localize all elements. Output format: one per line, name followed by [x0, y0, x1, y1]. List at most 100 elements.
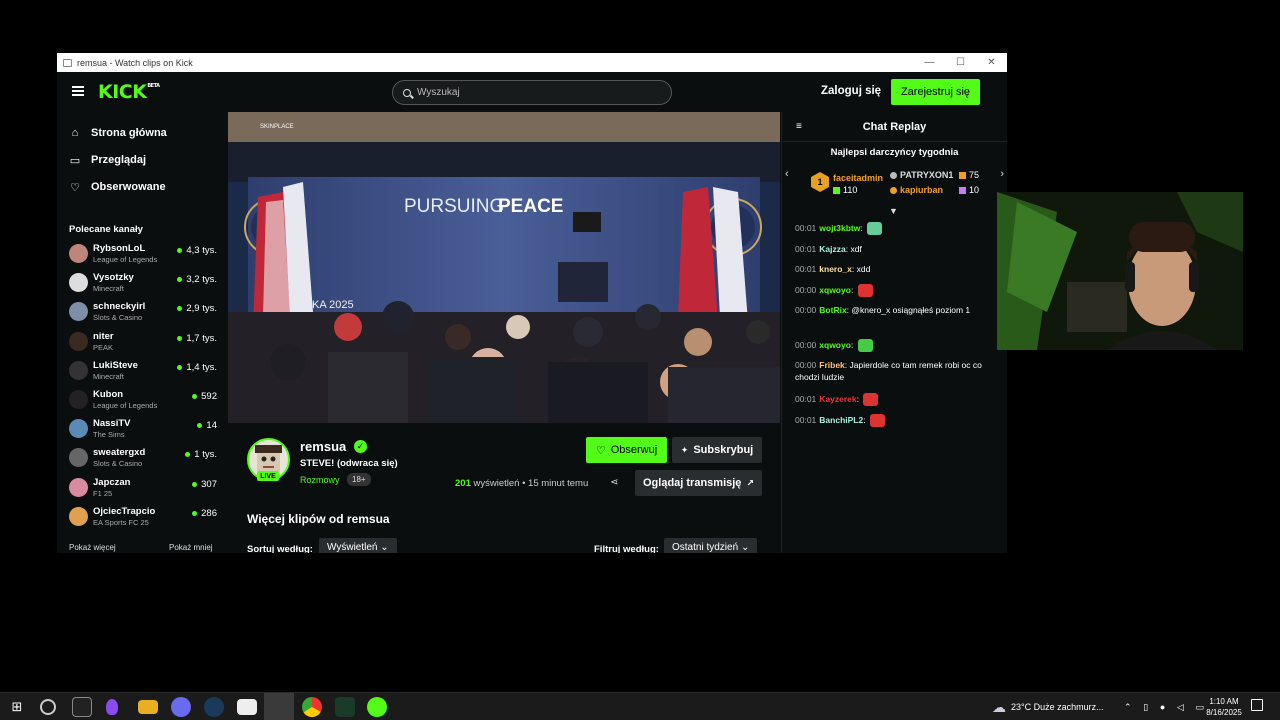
message-user[interactable]: BotRix	[819, 305, 846, 315]
live-badge: LIVE	[257, 471, 279, 481]
nav-browse[interactable]: ▭ Przeglądaj	[69, 154, 146, 167]
sparkle-icon: ✦	[680, 444, 689, 455]
chat-message: 00:00 xqwoyo:	[795, 284, 995, 298]
message-user[interactable]: wojt3kbtw	[819, 223, 860, 233]
message-time: 00:01	[795, 244, 817, 254]
gifter-name[interactable]: faceitadmin	[833, 173, 883, 183]
terminal-icon[interactable]	[72, 697, 92, 717]
browse-icon: ▭	[69, 154, 81, 167]
menu-icon[interactable]	[72, 86, 84, 96]
microphone-icon[interactable]: ●	[1160, 702, 1165, 712]
kick-app-icon[interactable]	[367, 697, 387, 717]
gifter-count: 10	[959, 185, 979, 195]
sidebar-channel[interactable]: LukiSteve Minecraft 1,4 tys.	[69, 358, 217, 384]
message-user[interactable]: BanchiPL2	[819, 415, 863, 425]
clock[interactable]: 1:10 AM 8/16/2025	[1203, 696, 1245, 718]
obs-icon[interactable]	[264, 693, 294, 720]
nav-following[interactable]: ♡ Obserwowane	[69, 181, 166, 194]
channel-category: PEAK	[93, 342, 114, 352]
collapse-chat-icon[interactable]: ≡	[796, 121, 802, 132]
clip-time: 15 minut temu	[528, 478, 589, 489]
show-less-button[interactable]: Pokaż mniej	[169, 543, 213, 552]
login-button[interactable]: Zaloguj się	[821, 85, 881, 97]
viewer-count: 592	[192, 391, 217, 402]
channel-avatar	[69, 448, 88, 468]
start-button[interactable]: ⊞	[7, 697, 27, 717]
filter-select[interactable]: Ostatni tydzień ⌄	[664, 538, 758, 553]
notification-icon[interactable]	[1251, 699, 1263, 711]
share-icon[interactable]: ⋖	[610, 477, 618, 488]
sidebar-channel[interactable]: sweatergxd Slots & Casino 1 tys.	[69, 445, 217, 471]
sidebar-channel[interactable]: OjciecTrapcio EA Sports FC 25 286	[69, 504, 217, 530]
channel-name: sweatergxd	[93, 447, 146, 459]
channel-category: Slots & Casino	[93, 313, 143, 323]
viewer-count: 307	[192, 479, 217, 490]
more-clips-heading: Więcej klipów od remsua	[247, 512, 390, 526]
discord-icon[interactable]	[171, 697, 191, 717]
close-button[interactable]: ✕	[976, 53, 1007, 72]
message-time: 00:01	[795, 264, 817, 274]
app-icon[interactable]	[335, 697, 355, 717]
channel-avatar	[69, 477, 88, 497]
chevron-up-icon[interactable]: ⌃	[1124, 702, 1132, 713]
battery-icon[interactable]: ▯	[1143, 702, 1148, 713]
sidebar-channel[interactable]: Vysotzky Minecraft 3,2 tys.	[69, 270, 217, 296]
search-bar[interactable]	[392, 80, 672, 105]
rank-badge: 1	[811, 172, 829, 192]
maximize-button[interactable]: ☐	[945, 53, 976, 72]
system-tray: ⌃ ▯ ● ◁ ▭	[1124, 693, 1204, 720]
chat-message: 00:01 BanchiPL2:	[795, 414, 995, 428]
chevron-left-icon[interactable]: ‹	[785, 168, 789, 180]
streamer-name[interactable]: remsua	[300, 439, 346, 454]
subscribe-button[interactable]: ✦ Subskrybuj	[672, 437, 762, 463]
gifter-name[interactable]: kapiurban	[890, 185, 943, 195]
message-user[interactable]: Kajzza	[819, 244, 845, 254]
webcam-frame	[997, 192, 1243, 350]
kick-logo[interactable]: KICK BETA	[98, 81, 160, 103]
viewer-count: 1,7 tys.	[177, 333, 217, 344]
show-more-button[interactable]: Pokaż więcej	[69, 543, 116, 552]
app-icon[interactable]	[40, 699, 56, 715]
views-label: wyświetleń	[473, 478, 520, 489]
clip-title: STEVE! (odwraca się)	[300, 458, 398, 469]
sidebar-channel[interactable]: NassiTV The Sims 14	[69, 416, 217, 442]
channel-category: F1 25	[93, 488, 113, 498]
message-user[interactable]: xqwoyo	[819, 340, 851, 350]
gifter-count: 75	[959, 170, 979, 180]
sort-select[interactable]: Wyświetleń ⌄	[319, 538, 397, 553]
weather-widget[interactable]: ☁ 23°C Duże zachmurz...	[992, 693, 1104, 720]
scroll-down-icon[interactable]: ▼	[889, 206, 898, 216]
channel-avatar	[69, 360, 88, 380]
app-icon[interactable]	[106, 699, 118, 715]
viewer-count: 1,4 tys.	[177, 362, 217, 373]
heart-icon: ♡	[70, 181, 80, 194]
video-player[interactable]: PURSUING PEACE KA 2025 SKINPLACE	[228, 112, 780, 423]
steam-icon[interactable]	[204, 697, 224, 717]
message-user[interactable]: Kayzerek	[819, 394, 856, 404]
sidebar-channel[interactable]: niter PEAK 1,7 tys.	[69, 329, 217, 355]
sidebar-channel[interactable]: RybsonLoL League of Legends 4,3 tys.	[69, 241, 217, 267]
message-user[interactable]: xqwoyo	[819, 285, 851, 295]
chrome-icon[interactable]	[302, 697, 322, 717]
emote-icon	[857, 339, 873, 353]
chevron-right-icon[interactable]: ›	[1000, 168, 1004, 180]
watch-stream-button[interactable]: Oglądaj transmisję ↗	[635, 470, 762, 496]
search-input[interactable]	[417, 87, 637, 98]
category-link[interactable]: Rozmowy	[300, 475, 340, 485]
register-button[interactable]: Zarejestruj się	[891, 79, 980, 105]
nav-home[interactable]: ⌂ Strona główna	[69, 127, 167, 139]
minimize-button[interactable]: —	[914, 53, 945, 72]
emote-icon	[867, 222, 883, 236]
calendar-icon[interactable]	[237, 699, 257, 715]
sidebar-channel[interactable]: Japczan F1 25 307	[69, 475, 217, 501]
follow-button[interactable]: ♡ Obserwuj	[586, 437, 667, 463]
speaker-icon[interactable]: ◁	[1177, 702, 1184, 713]
window-controls: — ☐ ✕	[914, 53, 1007, 72]
channel-name: RybsonLoL	[93, 243, 146, 254]
gifter-name[interactable]: PATRYXON1	[890, 170, 953, 180]
folder-icon[interactable]	[138, 700, 158, 714]
sidebar-channel[interactable]: Kubon League of Legends 592	[69, 387, 217, 413]
message-user[interactable]: Fribek	[819, 360, 845, 370]
sidebar-channel[interactable]: schneckyirl Slots & Casino 2,9 tys.	[69, 299, 217, 325]
message-user[interactable]: knero_x	[819, 264, 852, 274]
